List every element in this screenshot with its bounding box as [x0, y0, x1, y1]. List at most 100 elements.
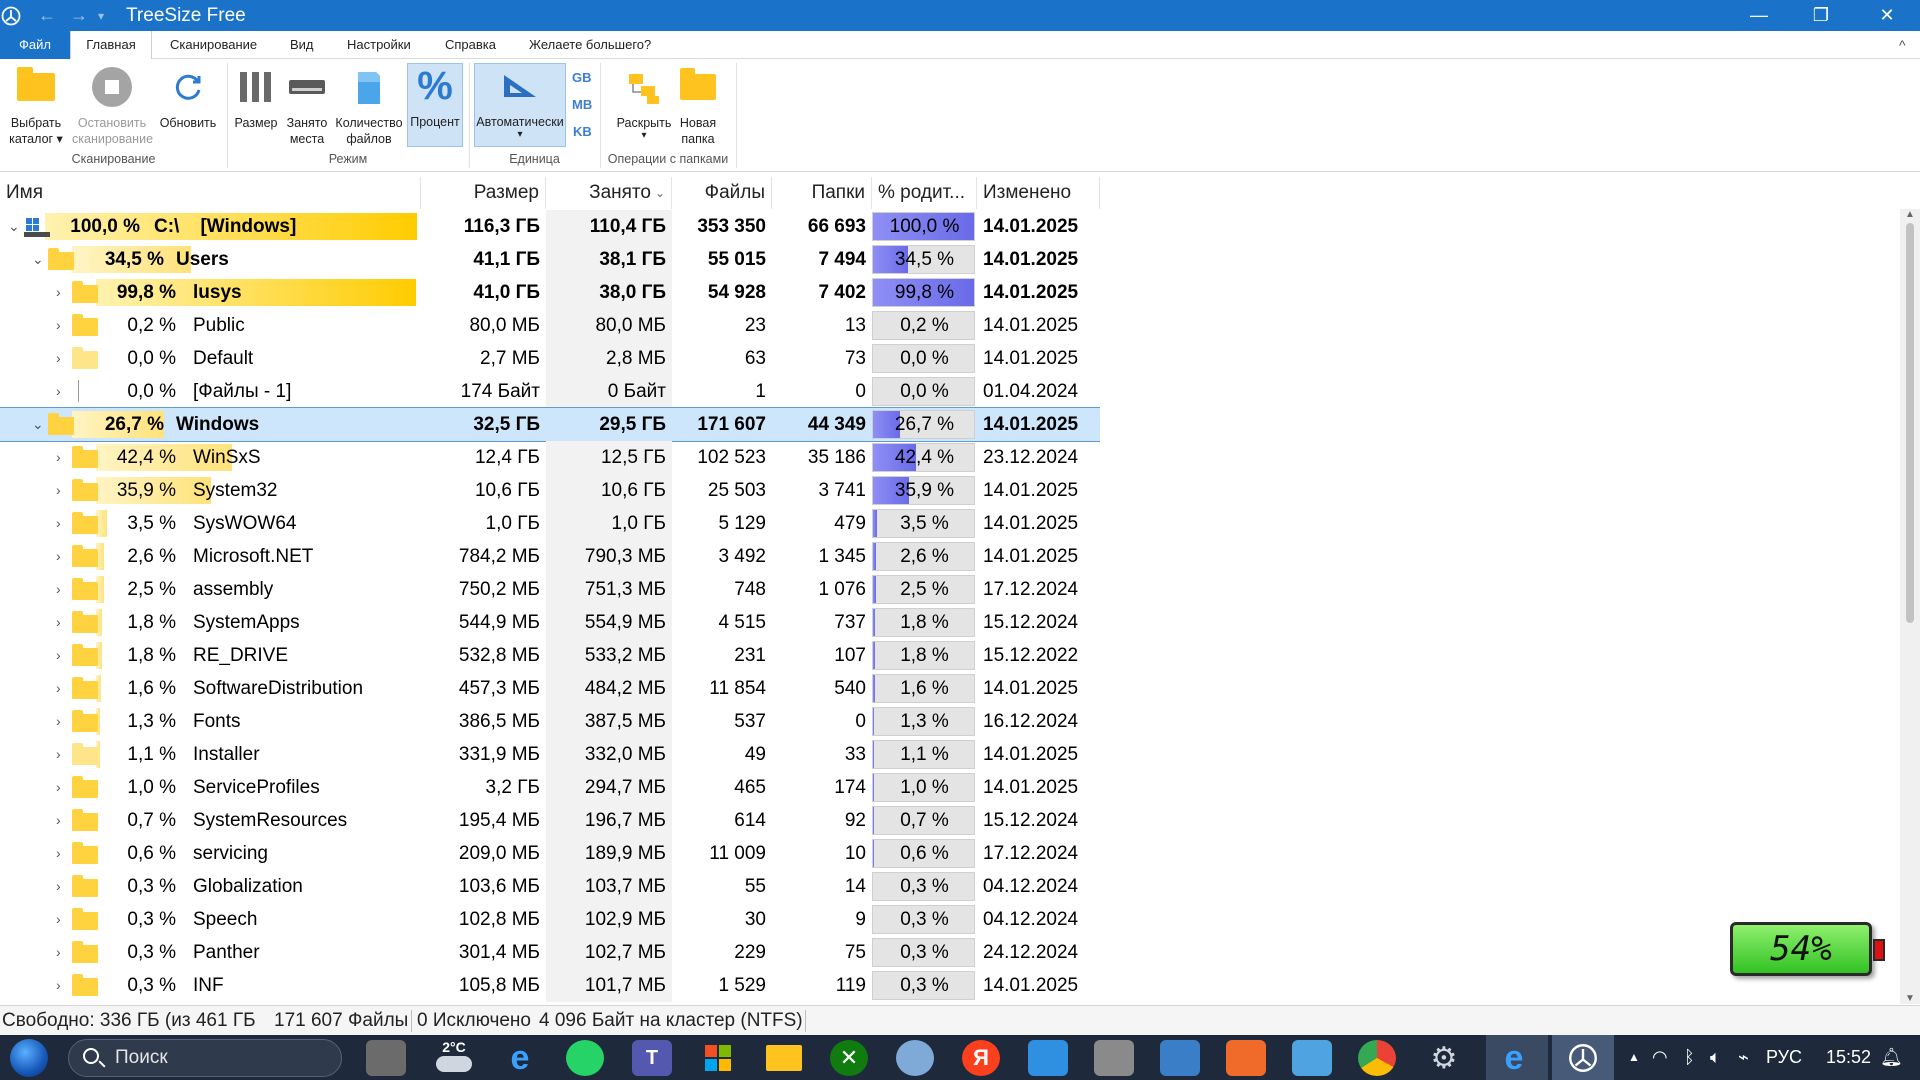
chrome-icon[interactable] [1358, 1040, 1396, 1076]
tree-row[interactable]: › 1,0 % ServiceProfiles 3,2 ГБ 294,7 МБ 465 17… [0, 771, 1100, 804]
stop-scan-button[interactable]: Остановить сканирование [72, 65, 153, 147]
bluetooth-icon[interactable]: ᛒ [1684, 1035, 1695, 1080]
tree-row[interactable]: › 0,3 % INF 105,8 МБ 101,7 МБ 1 529 119 0,3 % 14… [0, 969, 1100, 1002]
expand-chevron-icon[interactable]: › [56, 903, 61, 936]
internet-explorer-icon[interactable]: e [500, 1039, 540, 1077]
quick-access-dropdown-icon[interactable]: ▾ [98, 9, 104, 23]
collapse-ribbon-icon[interactable]: ^ [1886, 31, 1919, 59]
expand-chevron-icon[interactable]: › [56, 474, 61, 507]
col-folders[interactable]: Папки [772, 177, 872, 209]
tree-row[interactable]: › 2,6 % Microsoft.NET 784,2 МБ 790,3 МБ 3 492… [0, 540, 1100, 573]
tab-home[interactable]: Главная [70, 31, 152, 59]
tree-row[interactable]: › 0,6 % servicing 209,0 МБ 189,9 МБ 11 009 10 0… [0, 837, 1100, 870]
expand-chevron-icon[interactable]: › [56, 507, 61, 540]
expand-chevron-icon[interactable]: › [56, 804, 61, 837]
unit-kb-button[interactable]: KB [573, 124, 592, 139]
expand-chevron-icon[interactable]: › [56, 837, 61, 870]
mode-file-count-button[interactable]: Количество файлов [331, 65, 407, 147]
tree-row[interactable]: › 35,9 % System32 10,6 ГБ 10,6 ГБ 25 503 3 741… [0, 474, 1100, 507]
calculator-icon[interactable] [1094, 1040, 1134, 1076]
internet-explorer-pinned-icon[interactable]: e [1494, 1039, 1534, 1077]
clock[interactable]: 15:52 [1826, 1035, 1871, 1080]
tab-file[interactable]: Файл [0, 31, 70, 59]
collapse-chevron-icon[interactable]: ⌄ [32, 408, 44, 441]
expand-chevron-icon[interactable]: › [56, 672, 61, 705]
col-allocated[interactable]: Занято ⌄ [546, 177, 672, 209]
weather-widget[interactable]: 2°C [434, 1040, 474, 1076]
paint-icon[interactable] [1292, 1040, 1332, 1076]
minimize-button[interactable]: — [1728, 0, 1790, 31]
taskbar-search-box[interactable]: Поиск [68, 1039, 342, 1077]
unit-gb-button[interactable]: GB [572, 70, 592, 85]
select-directory-button[interactable]: Выбрать каталог ▾ [4, 65, 68, 147]
tray-overflow-icon[interactable]: ▲ [1628, 1035, 1640, 1080]
scrollbar-thumb[interactable] [1906, 223, 1914, 623]
expand-chevron-icon[interactable]: › [56, 936, 61, 969]
tree-row[interactable]: › 0,7 % SystemResources 195,4 МБ 196,7 МБ 614… [0, 804, 1100, 837]
tab-want-more[interactable]: Желаете большего? [516, 31, 664, 59]
power-icon[interactable]: ⌁ [1738, 1035, 1749, 1080]
tree-row[interactable]: › 42,4 % WinSxS 12,4 ГБ 12,5 ГБ 102 523 35 186… [0, 441, 1100, 474]
scroll-up-icon[interactable]: ▲ [1900, 209, 1920, 220]
scroll-down-icon[interactable]: ▼ [1900, 993, 1920, 1004]
tree-row[interactable]: › 0,3 % Globalization 103,6 МБ 103,7 МБ 55 14 0… [0, 870, 1100, 903]
expand-chevron-icon[interactable]: › [56, 870, 61, 903]
input-language[interactable]: РУС [1766, 1035, 1802, 1080]
vertical-scrollbar[interactable]: ▲ ▼ [1900, 209, 1920, 1004]
new-folder-button[interactable]: Новая папка [672, 65, 724, 147]
tab-help[interactable]: Справка [432, 31, 509, 59]
media-player-icon[interactable] [1226, 1040, 1266, 1076]
tree-row[interactable]: › 3,5 % SysWOW64 1,0 ГБ 1,0 ГБ 5 129 479 3,5 % 1… [0, 507, 1100, 540]
expand-chevron-icon[interactable]: › [56, 276, 61, 309]
teams-icon[interactable]: T [632, 1040, 672, 1076]
tree-row[interactable]: ⌄ 34,5 % Users 41,1 ГБ 38,1 ГБ 55 015 7 494 34,… [0, 243, 1100, 276]
unit-mb-button[interactable]: MB [572, 97, 592, 112]
control-panel-icon[interactable] [1160, 1040, 1200, 1076]
tree-row[interactable]: ⌄ 26,7 % Windows 32,5 ГБ 29,5 ГБ 171 607 44 34… [0, 407, 1100, 442]
tree-row[interactable]: › 1,6 % SoftwareDistribution 457,3 МБ 484,2 … [0, 672, 1100, 705]
collapse-chevron-icon[interactable]: ⌄ [32, 243, 44, 276]
file-explorer-icon[interactable] [764, 1040, 804, 1076]
mode-percent-button[interactable]: % Процент [407, 63, 463, 147]
tree-row[interactable]: › 0,0 % Default 2,7 МБ 2,8 МБ 63 73 0,0 % 14.01.… [0, 342, 1100, 375]
microsoft-store-icon[interactable] [698, 1040, 738, 1076]
collapse-chevron-icon[interactable]: ⌄ [8, 210, 20, 243]
tree-row[interactable]: › 0,0 % [Файлы - 1] 174 Байт 0 Байт 1 0 0,0 % 01… [0, 375, 1100, 408]
volume-icon[interactable]: 🔈︎ [1710, 1035, 1721, 1080]
expand-chevron-icon[interactable]: › [56, 606, 61, 639]
tab-view[interactable]: Вид [277, 31, 327, 59]
expand-chevron-icon[interactable]: › [56, 705, 61, 738]
back-arrow-icon[interactable]: ← [38, 5, 56, 26]
wifi-icon[interactable]: ◠ [1652, 1035, 1668, 1080]
expand-chevron-icon[interactable]: › [56, 639, 61, 672]
treesize-taskbar-icon[interactable] [1563, 1040, 1603, 1076]
tree-row[interactable]: › 1,8 % SystemApps 544,9 МБ 554,9 МБ 4 515 737… [0, 606, 1100, 639]
app-icon-circle[interactable] [896, 1040, 934, 1076]
col-name[interactable]: Имя [0, 177, 421, 209]
xbox-icon[interactable]: ✕ [830, 1040, 868, 1076]
col-modified[interactable]: Изменено [977, 177, 1100, 209]
task-view-icon[interactable] [366, 1040, 406, 1076]
close-button[interactable]: ✕ [1856, 0, 1918, 31]
yandex-icon[interactable]: Я [962, 1040, 1000, 1076]
settings-gear-icon[interactable]: ⚙ [1424, 1040, 1464, 1076]
expand-button[interactable]: Раскрыть ▾ [606, 65, 682, 141]
col-percent-parent[interactable]: % родит... [872, 177, 977, 209]
expand-chevron-icon[interactable]: › [56, 375, 61, 408]
tab-settings[interactable]: Настройки [334, 31, 424, 59]
mode-allocated-button[interactable]: Занято места [283, 65, 331, 147]
tree-row[interactable]: › 0,2 % Public 80,0 МБ 80,0 МБ 23 13 0,2 % 14.01… [0, 309, 1100, 342]
tree-row[interactable]: › 1,1 % Installer 331,9 МБ 332,0 МБ 49 33 1,1 %… [0, 738, 1100, 771]
folder-tree-list[interactable]: ⌄ 100,0 % C:\ [Windows] 116,3 ГБ 110,4 ГБ 353… [0, 210, 1100, 1005]
expand-chevron-icon[interactable]: › [56, 969, 61, 1002]
mode-size-button[interactable]: Размер [231, 65, 281, 131]
restore-button[interactable]: ❐ [1790, 0, 1852, 31]
tab-scan[interactable]: Сканирование [157, 31, 270, 59]
tree-row[interactable]: › 1,8 % RE_DRIVE 532,8 МБ 533,2 МБ 231 107 1,8 … [0, 639, 1100, 672]
tree-row[interactable]: › 99,8 % lusys 41,0 ГБ 38,0 ГБ 54 928 7 402 99,… [0, 276, 1100, 309]
tree-row[interactable]: › 2,5 % assembly 750,2 МБ 751,3 МБ 748 1 076 2,… [0, 573, 1100, 606]
expand-chevron-icon[interactable]: › [56, 309, 61, 342]
notifications-icon[interactable]: 🔔︎ [1880, 1035, 1903, 1080]
treesize-app-icon[interactable] [0, 5, 22, 27]
expand-chevron-icon[interactable]: › [56, 540, 61, 573]
